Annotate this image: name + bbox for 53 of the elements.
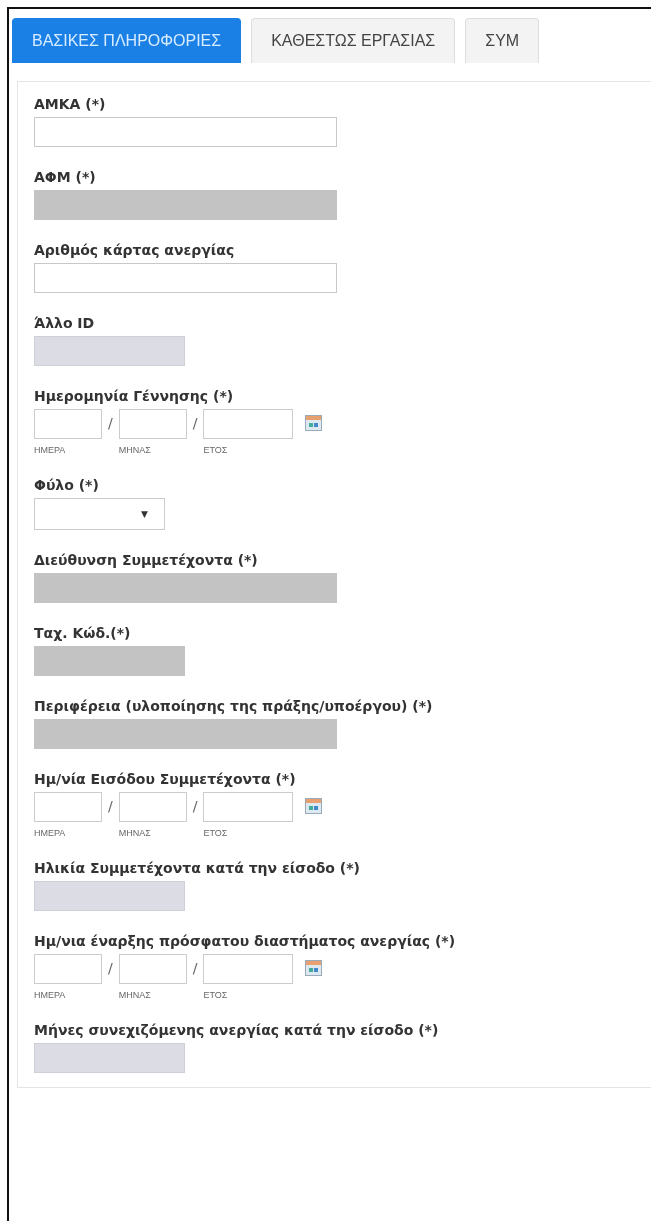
field-label: Μήνες συνεχιζόμενης ανεργίας κατά την είσοδο (*) <box>34 1022 439 1038</box>
field-label: Ηλικία Συμμετέχοντα κατά την είσοδο (*) <box>34 860 360 876</box>
date-input-field[interactable] <box>34 792 102 822</box>
date-separator: / <box>108 415 113 431</box>
field-label: Φύλο (*) <box>34 477 99 493</box>
date-part-label: ΜΗΝΑΣ <box>118 828 152 838</box>
date-separator: / <box>108 798 113 814</box>
field-label: Ημ/νια έναρξης πρόσφατου διαστήματος ανεργίας (*) <box>34 933 456 949</box>
date-part-label: ΗΜΕΡΑ <box>34 445 67 455</box>
date-separator: / <box>192 415 198 431</box>
calendar-icon[interactable] <box>305 415 323 431</box>
readonly-field[interactable] <box>34 190 337 220</box>
field-label: Διεύθυνση Συμμετέχοντα (*) <box>34 552 258 568</box>
date-part-label: ΕΤΟΣ <box>203 990 229 1000</box>
date-input-field[interactable] <box>118 792 187 822</box>
field-label: ΑΦΜ (*) <box>34 169 96 185</box>
readonly-field[interactable] <box>34 646 185 676</box>
date-input-field[interactable] <box>203 409 294 439</box>
readonly-field[interactable] <box>34 881 185 911</box>
tab[interactable]: ΣΥΜ <box>465 18 540 63</box>
field-label: Περιφέρεια (υλοποίησης της πράξης/υποέργου) (*) <box>34 698 433 714</box>
date-part-label: ΗΜΕΡΑ <box>34 990 67 1000</box>
calendar-icon[interactable] <box>305 798 323 814</box>
date-separator: / <box>192 960 198 976</box>
date-input-field[interactable] <box>34 409 102 439</box>
date-input-field[interactable] <box>118 409 187 439</box>
readonly-field[interactable] <box>34 573 337 603</box>
calendar-icon[interactable] <box>305 960 323 976</box>
readonly-field[interactable] <box>34 336 185 366</box>
tab[interactable]: ΚΑΘΕΣΤΩΣ ΕΡΓΑΣΙΑΣ <box>251 18 456 63</box>
date-input-field[interactable] <box>118 954 187 984</box>
readonly-field[interactable] <box>34 1043 185 1073</box>
date-part-label: ΜΗΝΑΣ <box>118 990 152 1000</box>
field-label: Άλλο ID <box>34 315 95 331</box>
date-part-label: ΗΜΕΡΑ <box>34 828 67 838</box>
date-separator: / <box>108 960 113 976</box>
input-field[interactable] <box>34 263 337 293</box>
dropdown-arrow: ▼ <box>141 509 148 519</box>
field-label: Ημ/νία Εισόδου Συμμετέχοντα (*) <box>34 771 296 787</box>
date-input-field[interactable] <box>203 792 294 822</box>
field-label: ΑΜΚΑ (*) <box>34 96 106 112</box>
field-label: Ημερομηνία Γέννησης (*) <box>34 388 234 404</box>
date-separator: / <box>192 798 198 814</box>
date-part-label: ΕΤΟΣ <box>203 445 229 455</box>
readonly-field[interactable] <box>34 719 337 749</box>
date-input-field[interactable] <box>203 954 294 984</box>
field-label: Αριθμός κάρτας ανεργίας <box>34 242 235 258</box>
dropdown-field[interactable]: ▼ <box>34 498 165 530</box>
input-field[interactable] <box>34 117 337 147</box>
date-part-label: ΜΗΝΑΣ <box>118 445 152 455</box>
date-input-field[interactable] <box>34 954 102 984</box>
field-label: Ταχ. Κώδ.(*) <box>34 625 131 641</box>
date-part-label: ΕΤΟΣ <box>203 828 229 838</box>
